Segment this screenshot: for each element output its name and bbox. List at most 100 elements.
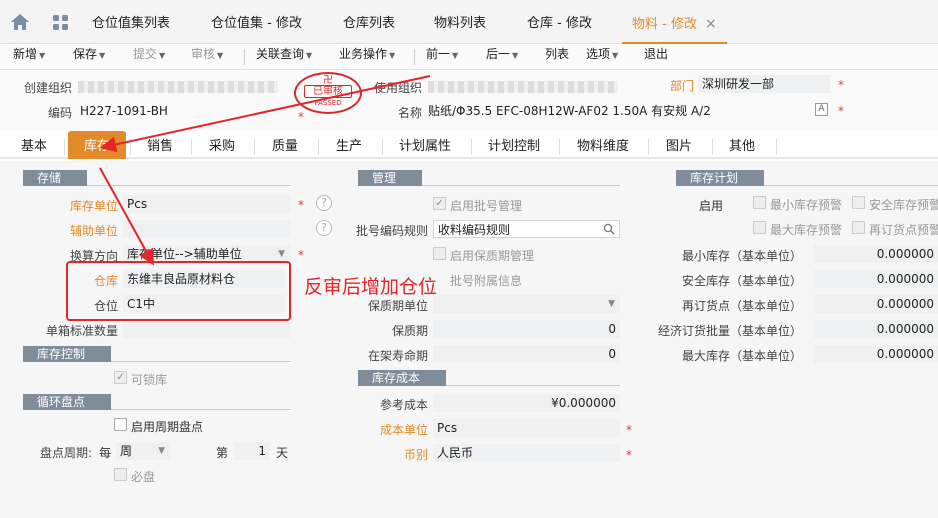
count-period-select[interactable]: 周 ▼ bbox=[116, 442, 170, 460]
tab-material-dimension[interactable]: 物料维度 bbox=[567, 131, 639, 159]
home-icon[interactable] bbox=[10, 13, 30, 31]
enable-cycle-count-checkbox[interactable] bbox=[114, 418, 127, 431]
shelf-life-mgmt-label: 启用保质期管理 bbox=[450, 249, 535, 263]
audit-button[interactable]: 审核 ▼ bbox=[191, 44, 223, 70]
section-divider bbox=[111, 409, 291, 410]
next-label: 后一 bbox=[486, 47, 511, 61]
tab-sales[interactable]: 销售 bbox=[136, 131, 184, 159]
batch-rule-field[interactable]: 收料编码规则 bbox=[433, 220, 620, 238]
section-divider bbox=[446, 385, 620, 386]
next-button[interactable]: 后一 ▼ bbox=[486, 44, 518, 70]
tab-plan-attributes[interactable]: 计划属性 bbox=[389, 131, 461, 159]
form-tab-bar: 基本 库存 销售 采购 质量 生产 计划属性 计划控制 物料维度 图片 其他 bbox=[0, 131, 938, 159]
eoq-field[interactable]: 0.000000 bbox=[814, 320, 938, 338]
audit-label: 审核 bbox=[191, 47, 216, 61]
help-icon[interactable]: ? bbox=[316, 195, 332, 211]
reorder-warn-checkbox[interactable] bbox=[852, 221, 865, 234]
use-org-label: 使用组织 bbox=[373, 81, 422, 95]
translate-icon[interactable]: A bbox=[815, 103, 828, 116]
exit-button[interactable]: 退出 bbox=[644, 44, 668, 70]
inventory-cost-section-title: 库存成本 bbox=[358, 370, 446, 386]
safe-stock-field[interactable]: 0.000000 bbox=[814, 270, 938, 288]
tab-material-edit[interactable]: 物料 - 修改 × bbox=[622, 0, 727, 44]
currency-field[interactable]: 人民币 bbox=[433, 444, 620, 462]
business-ops-button[interactable]: 业务操作 ▼ bbox=[339, 44, 395, 70]
must-count-checkbox[interactable] bbox=[114, 468, 127, 481]
tab-divider bbox=[318, 139, 319, 155]
safe-warn-checkbox[interactable] bbox=[852, 196, 865, 209]
options-button[interactable]: 选项 ▼ bbox=[586, 44, 618, 70]
close-icon[interactable]: × bbox=[705, 16, 717, 32]
ref-cost-field[interactable]: ¥0.000000 bbox=[433, 394, 620, 412]
prev-label: 前一 bbox=[426, 47, 451, 61]
chevron-down-icon: ▼ bbox=[612, 51, 619, 60]
apps-grid-icon[interactable] bbox=[52, 14, 70, 32]
ref-cost-label: 参考成本 bbox=[379, 398, 428, 412]
max-stock-field[interactable]: 0.000000 bbox=[814, 345, 938, 363]
reorder-point-field[interactable]: 0.000000 bbox=[814, 295, 938, 313]
cycle-count-section-title: 循环盘点 bbox=[23, 394, 111, 410]
tab-other[interactable]: 其他 bbox=[718, 131, 766, 159]
code-field[interactable]: H227-1091-BH bbox=[76, 102, 276, 120]
cost-unit-label: 成本单位 bbox=[379, 423, 428, 437]
stamp-bottom-text: PASSED bbox=[314, 99, 342, 107]
annotation-highlight-box bbox=[66, 261, 291, 321]
lockable-checkbox[interactable]: ✓ bbox=[114, 371, 127, 384]
shelf-life-field[interactable]: 0 bbox=[433, 320, 620, 338]
tab-purchase[interactable]: 采购 bbox=[198, 131, 246, 159]
min-stock-label: 最小库存（基本单位） bbox=[681, 249, 802, 263]
annotation-text: 反审后增加仓位 bbox=[304, 276, 438, 298]
max-warn-checkbox[interactable] bbox=[753, 221, 766, 234]
count-period-label: 盘点周期: bbox=[40, 446, 93, 460]
shelf-days-label: 在架寿命期 bbox=[367, 349, 428, 363]
required-icon: * bbox=[626, 448, 632, 462]
tab-warehouse-edit[interactable]: 仓库 - 修改 bbox=[527, 0, 592, 44]
box-qty-field[interactable] bbox=[123, 320, 290, 338]
shelf-unit-select[interactable]: ▼ bbox=[433, 295, 620, 313]
create-org-value-redacted bbox=[78, 81, 278, 93]
min-stock-field[interactable]: 0.000000 bbox=[814, 245, 938, 263]
search-icon[interactable] bbox=[603, 222, 615, 237]
chevron-down-icon: ▼ bbox=[512, 51, 519, 60]
tab-divider bbox=[712, 139, 713, 155]
dept-field[interactable]: 深圳研发一部 bbox=[698, 75, 830, 93]
count-nth-field[interactable]: 1 bbox=[234, 442, 270, 460]
help-icon[interactable]: ? bbox=[316, 220, 332, 236]
chevron-down-icon: ▼ bbox=[389, 51, 396, 60]
submit-button[interactable]: 提交 ▼ bbox=[133, 44, 165, 70]
related-query-button[interactable]: 关联查询 ▼ bbox=[256, 44, 312, 70]
tab-plan-control[interactable]: 计划控制 bbox=[478, 131, 550, 159]
shelf-life-mgmt-checkbox[interactable] bbox=[433, 247, 446, 260]
tab-location-set-edit[interactable]: 仓位值集 - 修改 bbox=[211, 0, 302, 44]
tab-material-list[interactable]: 物料列表 bbox=[434, 0, 486, 44]
cost-unit-field[interactable]: Pcs bbox=[433, 419, 620, 437]
stamp-top-text: 已审核 bbox=[304, 85, 352, 98]
shelf-unit-label: 保质期单位 bbox=[367, 299, 428, 313]
stock-unit-field[interactable]: Pcs bbox=[123, 195, 290, 213]
aux-unit-field[interactable] bbox=[123, 220, 290, 238]
new-button[interactable]: 新增 ▼ bbox=[13, 44, 45, 70]
tab-basic[interactable]: 基本 bbox=[10, 131, 58, 159]
tab-location-set-list[interactable]: 仓位值集列表 bbox=[92, 0, 170, 44]
conversion-direction-value: 库存单位-->辅助单位 bbox=[127, 247, 242, 261]
batch-mgmt-checkbox[interactable]: ✓ bbox=[433, 197, 446, 210]
count-day-label: 天 bbox=[276, 446, 289, 460]
section-divider bbox=[111, 361, 291, 362]
prev-button[interactable]: 前一 ▼ bbox=[426, 44, 458, 70]
list-button[interactable]: 列表 bbox=[545, 44, 569, 70]
min-warn-checkbox[interactable] bbox=[753, 196, 766, 209]
tab-production[interactable]: 生产 bbox=[325, 131, 373, 159]
save-button[interactable]: 保存 ▼ bbox=[73, 44, 105, 70]
name-field[interactable]: 贴纸/Φ35.5 EFC-08H12W-AF02 1.50A 有安规 A/2 bbox=[424, 102, 816, 120]
tab-warehouse-list[interactable]: 仓库列表 bbox=[343, 0, 395, 44]
dept-label: 部门 bbox=[669, 79, 694, 93]
use-org-value-redacted bbox=[428, 81, 618, 93]
tab-inventory[interactable]: 库存 bbox=[68, 131, 126, 159]
shelf-days-field[interactable]: 0 bbox=[433, 345, 620, 363]
tab-quality[interactable]: 质量 bbox=[261, 131, 309, 159]
plan-enable-label: 启用 bbox=[699, 199, 724, 213]
required-icon: * bbox=[838, 78, 844, 92]
app-tab-bar: 仓位值集列表 仓位值集 - 修改 仓库列表 物料列表 仓库 - 修改 物料 - … bbox=[0, 0, 938, 44]
new-label: 新增 bbox=[13, 47, 38, 61]
tab-images[interactable]: 图片 bbox=[655, 131, 703, 159]
